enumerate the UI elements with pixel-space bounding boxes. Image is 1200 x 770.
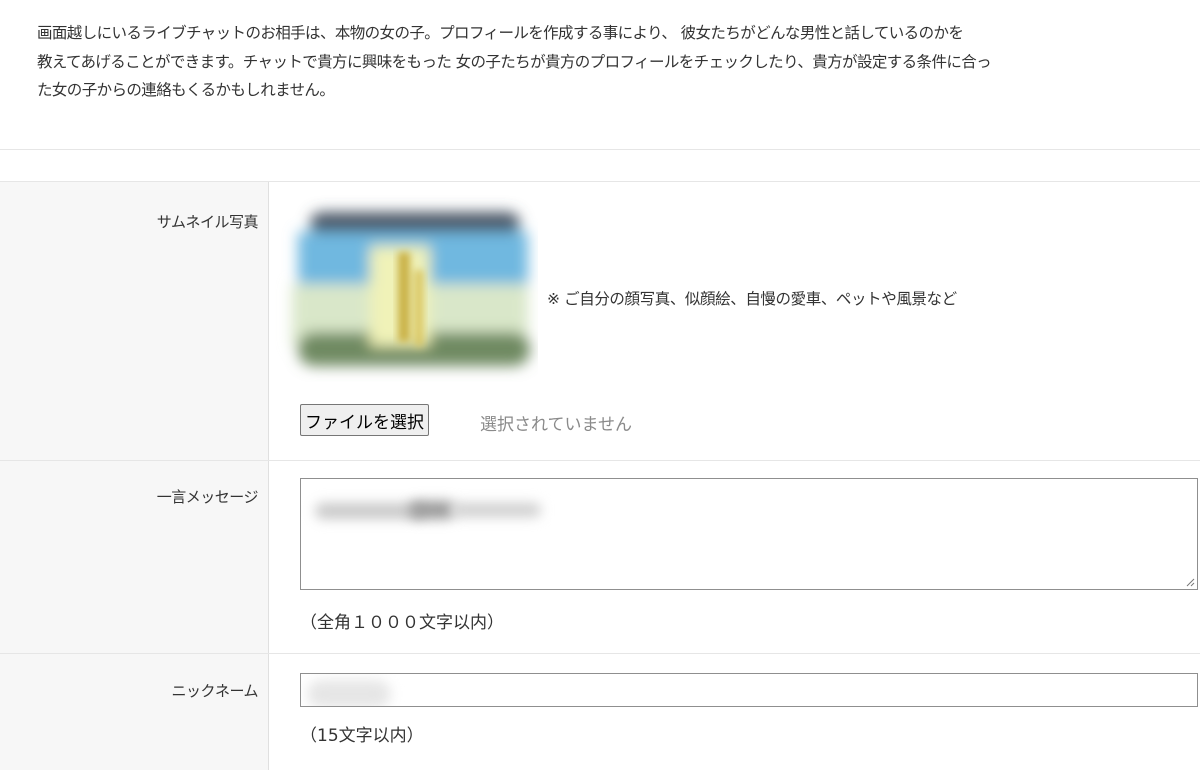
nickname-label-cell bbox=[0, 654, 268, 770]
thumbnail-image bbox=[292, 212, 530, 366]
section-divider bbox=[0, 149, 1200, 150]
thumbnail-preview bbox=[270, 192, 538, 382]
intro-line-2: 教えてあげることができます。チャットで貴方に興味をもった 女の子たちが貴方のプロ… bbox=[37, 52, 992, 71]
column-divider bbox=[268, 182, 269, 770]
nickname-limit-hint: （15文字以内） bbox=[300, 726, 424, 746]
file-status-text: 選択されていません bbox=[480, 415, 632, 435]
message-limit-hint: （全角１０００文字以内） bbox=[300, 613, 504, 633]
message-content-blurred-2 bbox=[409, 501, 455, 519]
nickname-content-blurred bbox=[307, 680, 391, 706]
choose-file-button[interactable]: ファイルを選択 bbox=[300, 404, 429, 436]
intro-text: 画面越しにいるライブチャットのお相手は、本物の女の子。プロフィールを作成する事に… bbox=[37, 19, 1177, 105]
message-content-blurred-3 bbox=[451, 503, 541, 517]
nickname-input[interactable] bbox=[300, 673, 1198, 707]
thumbnail-note: ※ ご自分の顔写真、似顔絵、自慢の愛車、ペットや風景など bbox=[547, 290, 957, 308]
row-divider-1 bbox=[0, 460, 1200, 461]
row-divider-2 bbox=[0, 653, 1200, 654]
message-label: 一言メッセージ bbox=[156, 488, 259, 506]
message-textarea[interactable] bbox=[300, 478, 1198, 590]
intro-line-3: た女の子からの連絡もくるかもしれません。 bbox=[37, 81, 335, 99]
thumbnail-label: サムネイル写真 bbox=[156, 213, 259, 231]
intro-line-1: 画面越しにいるライブチャットのお相手は、本物の女の子。プロフィールを作成する事に… bbox=[37, 24, 964, 42]
resize-grip-icon[interactable] bbox=[1185, 577, 1195, 587]
nickname-label: ニックネーム bbox=[171, 682, 258, 700]
